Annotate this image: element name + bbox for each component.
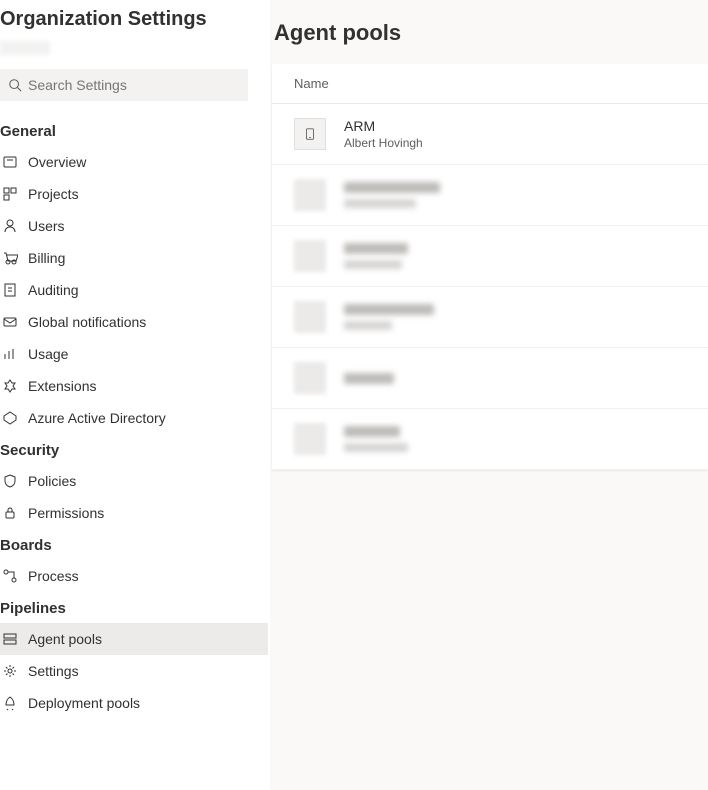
sidebar-item-users[interactable]: Users <box>0 210 268 242</box>
extensions-icon <box>2 378 18 394</box>
notifications-icon <box>2 314 18 330</box>
main-content: Agent pools Name ARM Albert Hovingh <box>270 0 708 790</box>
permissions-icon <box>2 505 18 521</box>
sidebar-item-auditing[interactable]: Auditing <box>0 274 268 306</box>
info-icon <box>2 154 18 170</box>
sidebar-item-process[interactable]: Process <box>0 560 268 592</box>
nav-label: Deployment pools <box>28 695 140 711</box>
pool-row-redacted <box>272 287 708 348</box>
nav-label: Settings <box>28 663 79 679</box>
nav-label: Permissions <box>28 505 104 521</box>
sidebar-item-policies[interactable]: Policies <box>0 465 268 497</box>
search-icon <box>8 78 22 92</box>
nav-label: Usage <box>28 346 68 362</box>
pool-icon-redacted <box>294 179 326 211</box>
pool-row-arm[interactable]: ARM Albert Hovingh <box>272 104 708 165</box>
nav-label: Overview <box>28 154 86 170</box>
pool-row-redacted <box>272 409 708 470</box>
pool-row-redacted <box>272 348 708 409</box>
pool-icon-redacted <box>294 362 326 394</box>
nav-label: Billing <box>28 250 65 266</box>
sidebar-item-deployment-pools[interactable]: Deployment pools <box>0 687 268 719</box>
nav-label: Process <box>28 568 79 584</box>
org-name-redacted <box>0 41 50 55</box>
nav-label: Users <box>28 218 65 234</box>
users-icon <box>2 218 18 234</box>
policies-icon <box>2 473 18 489</box>
nav-label: Projects <box>28 186 79 202</box>
agent-pools-icon <box>2 631 18 647</box>
projects-icon <box>2 186 18 202</box>
pools-card: Name ARM Albert Hovingh <box>272 64 708 470</box>
nav-label: Global notifications <box>28 314 146 330</box>
pool-owner: Albert Hovingh <box>344 136 423 150</box>
sidebar-item-projects[interactable]: Projects <box>0 178 268 210</box>
deployment-icon <box>2 695 18 711</box>
pool-text: ARM Albert Hovingh <box>344 118 423 150</box>
sidebar-item-aad[interactable]: Azure Active Directory <box>0 402 268 434</box>
group-header-pipelines: Pipelines <box>0 592 266 623</box>
pool-name: ARM <box>344 118 423 134</box>
sidebar-item-settings[interactable]: Settings <box>0 655 268 687</box>
search-settings[interactable] <box>0 69 248 101</box>
sidebar-item-agent-pools[interactable]: Agent pools <box>0 623 268 655</box>
sidebar-item-usage[interactable]: Usage <box>0 338 268 370</box>
group-header-security: Security <box>0 434 266 465</box>
nav-label: Agent pools <box>28 631 102 647</box>
pool-icon-redacted <box>294 240 326 272</box>
group-header-boards: Boards <box>0 529 266 560</box>
sidebar-item-extensions[interactable]: Extensions <box>0 370 268 402</box>
page-title: Organization Settings <box>0 0 266 35</box>
pool-icon <box>294 118 326 150</box>
nav-label: Extensions <box>28 378 96 394</box>
nav-label: Azure Active Directory <box>28 410 166 426</box>
pool-row-redacted <box>272 165 708 226</box>
nav-label: Auditing <box>28 282 79 298</box>
sidebar: Organization Settings General Overview P… <box>0 0 270 790</box>
process-icon <box>2 568 18 584</box>
pool-icon-redacted <box>294 301 326 333</box>
sidebar-item-permissions[interactable]: Permissions <box>0 497 268 529</box>
aad-icon <box>2 410 18 426</box>
sidebar-item-notifications[interactable]: Global notifications <box>0 306 268 338</box>
main-title: Agent pools <box>270 20 708 64</box>
search-input[interactable] <box>28 77 240 93</box>
pool-row-redacted <box>272 226 708 287</box>
usage-icon <box>2 346 18 362</box>
group-header-general: General <box>0 115 266 146</box>
settings-icon <box>2 663 18 679</box>
nav-label: Policies <box>28 473 76 489</box>
sidebar-item-billing[interactable]: Billing <box>0 242 268 274</box>
pool-icon-redacted <box>294 423 326 455</box>
auditing-icon <box>2 282 18 298</box>
column-header-name[interactable]: Name <box>272 64 708 104</box>
sidebar-item-overview[interactable]: Overview <box>0 146 268 178</box>
billing-icon <box>2 250 18 266</box>
